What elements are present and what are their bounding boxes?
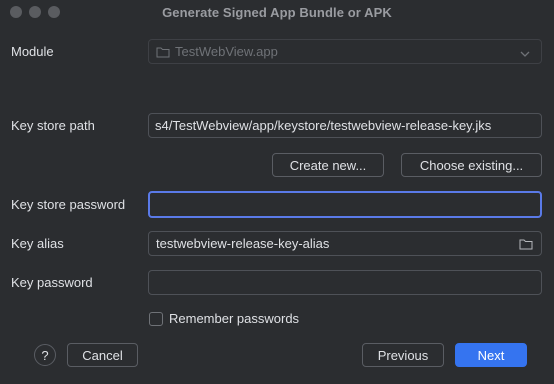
remember-passwords-label: Remember passwords [169, 311, 300, 326]
help-icon[interactable]: ? [34, 344, 56, 366]
chevron-down-icon [519, 47, 533, 59]
module-value: TestWebView.app [175, 44, 278, 59]
create-new-button[interactable]: Create new... [272, 153, 384, 177]
close-window-icon[interactable] [10, 6, 22, 18]
key-store-password-input[interactable] [148, 191, 542, 218]
key-password-label: Key password [11, 275, 93, 290]
title-bar: Generate Signed App Bundle or APK [0, 0, 554, 24]
key-store-path-label: Key store path [11, 118, 95, 133]
folder-icon [156, 46, 170, 58]
key-store-path-value: s4/TestWebview/app/keystore/testwebview-… [155, 118, 492, 133]
minimize-window-icon[interactable] [29, 6, 41, 18]
key-alias-value: testwebview-release-key-alias [156, 236, 330, 251]
module-select[interactable]: TestWebView.app [148, 39, 542, 64]
next-button[interactable]: Next [455, 343, 527, 367]
remember-passwords-checkbox[interactable] [149, 312, 163, 326]
key-password-input[interactable] [148, 270, 542, 295]
key-alias-input[interactable]: testwebview-release-key-alias [148, 231, 542, 256]
previous-button[interactable]: Previous [362, 343, 444, 367]
key-alias-label: Key alias [11, 236, 64, 251]
key-store-path-input[interactable]: s4/TestWebview/app/keystore/testwebview-… [148, 113, 542, 138]
folder-browse-icon[interactable] [519, 238, 533, 250]
choose-existing-button[interactable]: Choose existing... [401, 153, 542, 177]
key-store-password-label: Key store password [11, 197, 126, 212]
module-label: Module [11, 44, 54, 59]
dialog-title: Generate Signed App Bundle or APK [162, 4, 392, 20]
zoom-window-icon[interactable] [48, 6, 60, 18]
cancel-button[interactable]: Cancel [67, 343, 138, 367]
dialog-window: Generate Signed App Bundle or APK Module… [0, 0, 554, 384]
